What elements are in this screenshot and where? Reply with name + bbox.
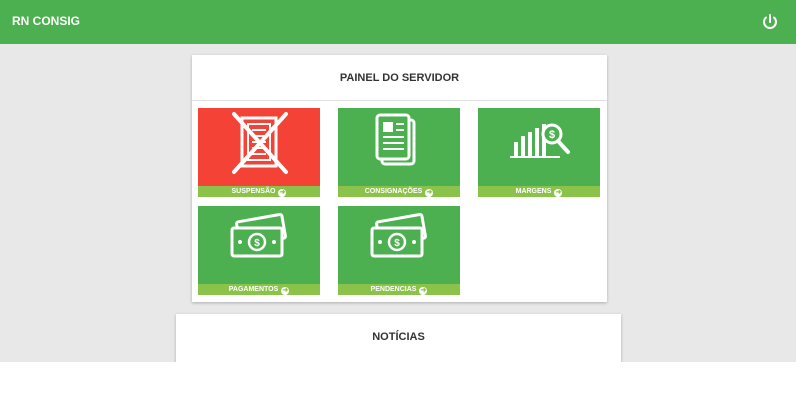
tile-margens[interactable]: $ MARGENS ➜ <box>478 108 600 197</box>
tile-label: PAGAMENTOS <box>228 286 279 293</box>
tile-art: $ <box>198 206 320 284</box>
arrow-right-icon: ➜ <box>425 189 434 197</box>
news-panel: NOTÍCIAS <box>176 314 621 362</box>
tile-footer: SUSPENSÃO ➜ <box>198 186 320 197</box>
money-bills-icon: $ <box>230 213 287 258</box>
arrow-right-icon: ➜ <box>419 287 428 295</box>
tile-footer: PAGAMENTOS ➜ <box>198 284 320 295</box>
tile-art <box>198 108 320 186</box>
tile-footer: MARGENS ➜ <box>478 186 600 197</box>
arrow-right-icon: ➜ <box>278 189 287 197</box>
arrow-right-icon: ➜ <box>554 189 563 197</box>
tile-art: $ <box>338 206 460 284</box>
tile-label: CONSIGNAÇÕES <box>364 188 423 195</box>
tile-footer: CONSIGNAÇÕES ➜ <box>338 186 460 197</box>
top-bar: RN CONSIG <box>0 0 796 44</box>
suspended-document-icon <box>232 112 288 174</box>
tile-art <box>338 108 460 186</box>
tile-consignacoes[interactable]: CONSIGNAÇÕES ➜ <box>338 108 460 197</box>
tile-footer: PENDENCIAS ➜ <box>338 284 460 295</box>
tile-suspensao[interactable]: SUSPENSÃO ➜ <box>198 108 320 197</box>
tile-pagamentos[interactable]: $ PAGAMENTOS ➜ <box>198 206 320 295</box>
documents-icon <box>375 113 416 166</box>
power-icon[interactable] <box>760 12 780 32</box>
news-title: NOTÍCIAS <box>372 331 425 343</box>
tile-label: MARGENS <box>515 188 552 195</box>
tile-pendencias[interactable]: $ PENDENCIAS ➜ <box>338 206 460 295</box>
tile-label: SUSPENSÃO <box>231 188 276 195</box>
svg-text:$: $ <box>254 238 260 249</box>
panel-title: PAINEL DO SERVIDOR <box>192 55 607 101</box>
chart-magnifier-icon: $ <box>510 123 570 158</box>
svg-text:$: $ <box>549 129 555 141</box>
tile-label: PENDENCIAS <box>370 286 417 293</box>
arrow-right-icon: ➜ <box>281 287 290 295</box>
tile-art: $ <box>478 108 600 186</box>
app-brand[interactable]: RN CONSIG <box>12 14 80 28</box>
content-area: PAINEL DO SERVIDOR SUSPENSÃO ➜ CONSIGNAÇ… <box>0 44 796 362</box>
server-panel: PAINEL DO SERVIDOR SUSPENSÃO ➜ CONSIGNAÇ… <box>192 55 607 302</box>
svg-text:$: $ <box>394 238 400 249</box>
money-bills-icon: $ <box>370 213 427 258</box>
